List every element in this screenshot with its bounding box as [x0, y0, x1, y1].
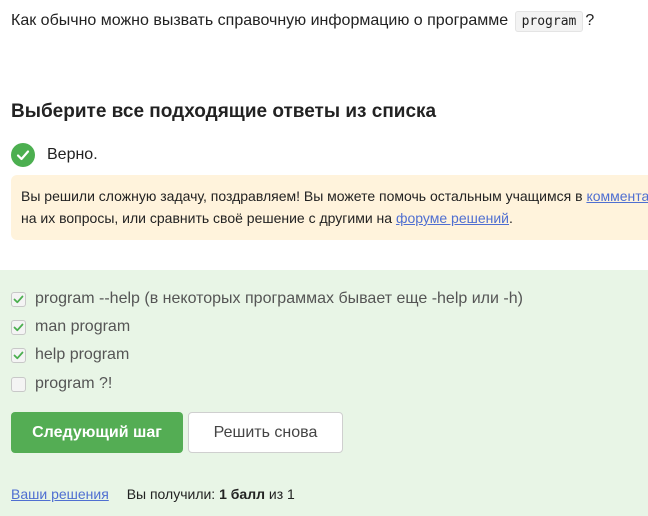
check-circle-icon [11, 143, 35, 167]
comments-link[interactable]: комментариях [586, 188, 648, 204]
question-text-after: ? [585, 12, 595, 29]
verdict-text: Верно. [47, 146, 98, 163]
checkbox-2[interactable] [11, 319, 26, 335]
checkbox-3[interactable] [11, 347, 26, 363]
result-footer: Ваши решения Вы получили: 1 балл из 1 [11, 486, 295, 502]
notice-line-2: на их вопросы, или сравнить своё решение… [21, 207, 648, 229]
checkbox-4[interactable] [11, 376, 26, 392]
question-text: Как обычно можно вызвать справочную инфо… [11, 9, 594, 34]
option-2[interactable]: man program [11, 318, 130, 336]
answers-panel: program --help (в некоторых программах б… [0, 270, 648, 516]
verdict: Верно. [11, 143, 98, 167]
option-3[interactable]: help program [11, 346, 129, 364]
checkbox-1[interactable] [11, 291, 26, 307]
option-4[interactable]: program ?! [11, 375, 112, 393]
your-solutions-link[interactable]: Ваши решения [11, 486, 109, 502]
notice-box: Вы решили сложную задачу, поздравляем! В… [11, 175, 648, 240]
question-code: program [514, 11, 584, 32]
score-value: 1 балл [219, 486, 265, 502]
result-prefix: Вы получили: [126, 486, 216, 502]
notice-text-1: Вы решили сложную задачу, поздравляем! В… [21, 188, 587, 204]
option-label: help program [35, 346, 130, 363]
option-label: man program [35, 318, 131, 335]
next-step-button[interactable]: Следующий шаг [11, 412, 183, 453]
notice-end: . [509, 210, 513, 226]
notice-text-2: на их вопросы, или сравнить своё решение… [21, 210, 396, 226]
section-title: Выберите все подходящие ответы из списка [11, 101, 437, 122]
option-1[interactable]: program --help (в некоторых программах б… [11, 290, 523, 308]
option-label: program ?! [35, 375, 113, 392]
solutions-forum-link[interactable]: форуме решений [396, 210, 509, 226]
question-text-before: Как обычно можно вызвать справочную инфо… [11, 12, 509, 29]
retry-button[interactable]: Решить снова [188, 412, 343, 453]
notice-line-1: Вы решили сложную задачу, поздравляем! В… [21, 185, 648, 207]
result-suffix: из 1 [268, 486, 295, 502]
option-label: program --help (в некоторых программах б… [35, 290, 523, 307]
